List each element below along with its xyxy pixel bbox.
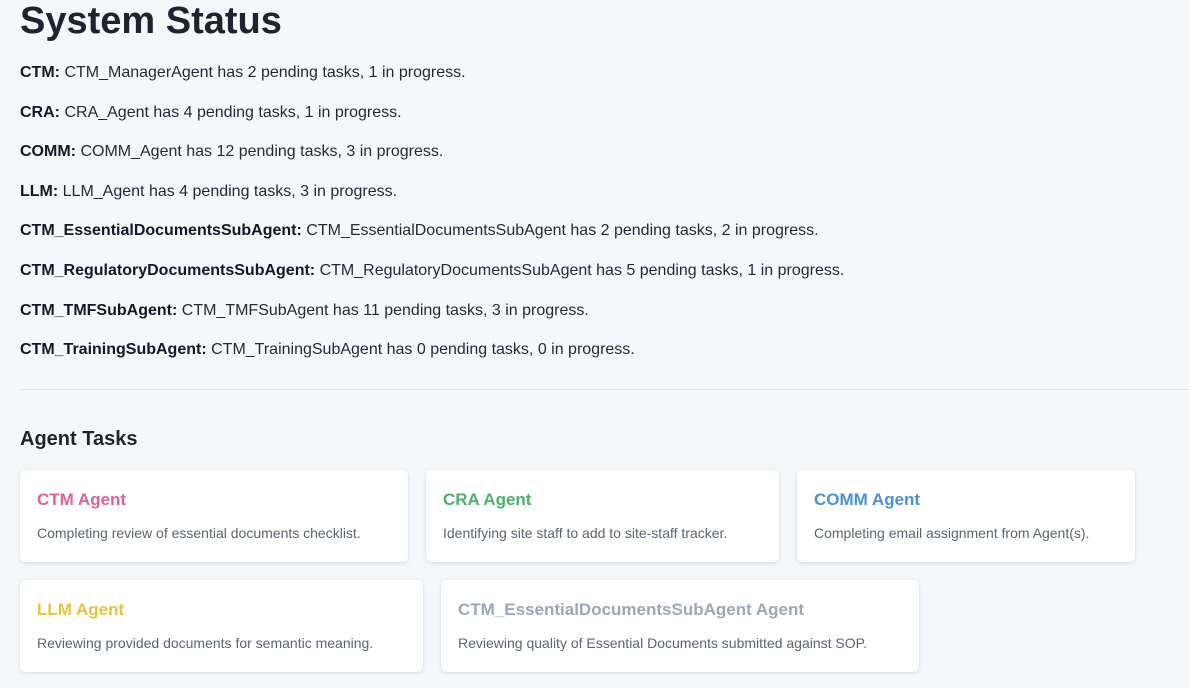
- status-line-regulatory-docs: CTM_RegulatoryDocumentsSubAgent: CTM_Reg…: [20, 260, 844, 300]
- card-description: Reviewing provided documents for semanti…: [37, 635, 374, 651]
- card-title: LLM Agent: [37, 600, 125, 619]
- agent-status-list: CTM: CTM_ManagerAgent has 2 pending task…: [20, 62, 844, 379]
- status-text: CTM_EssentialDocumentsSubAgent has 2 pen…: [306, 222, 819, 240]
- status-line-llm: LLM: LLM_Agent has 4 pending tasks, 3 in…: [20, 181, 844, 221]
- card-description: Reviewing quality of Essential Documents…: [458, 635, 868, 651]
- status-key: CTM_TrainingSubAgent:: [20, 341, 207, 359]
- status-line-cra: CRA: CRA_Agent has 4 pending tasks, 1 in…: [20, 102, 844, 142]
- status-text: CRA_Agent has 4 pending tasks, 1 in prog…: [64, 103, 402, 121]
- status-key: CRA:: [20, 103, 60, 121]
- status-text: CTM_TMFSubAgent has 11 pending tasks, 3 …: [181, 301, 589, 319]
- agent-task-card-llm[interactable]: LLM Agent Reviewing provided documents f…: [20, 580, 423, 672]
- status-line-tmf: CTM_TMFSubAgent: CTM_TMFSubAgent has 11 …: [20, 300, 844, 340]
- status-line-training: CTM_TrainingSubAgent: CTM_TrainingSubAge…: [20, 339, 844, 379]
- status-line-ctm: CTM: CTM_ManagerAgent has 2 pending task…: [20, 62, 844, 102]
- agent-tasks-heading: Agent Tasks: [20, 428, 138, 450]
- card-description: Completing email assignment from Agent(s…: [814, 525, 1090, 541]
- page-title: System Status: [20, 0, 282, 42]
- status-line-comm: COMM: COMM_Agent has 12 pending tasks, 3…: [20, 141, 844, 181]
- agent-task-card-comm[interactable]: COMM Agent Completing email assignment f…: [797, 470, 1135, 562]
- status-text: LLM_Agent has 4 pending tasks, 3 in prog…: [62, 182, 398, 200]
- status-key: CTM_TMFSubAgent:: [20, 301, 178, 319]
- agent-task-card-ctm[interactable]: CTM Agent Completing review of essential…: [20, 470, 408, 562]
- system-status-page: System Status CTM: CTM_ManagerAgent has …: [0, 0, 1189, 688]
- section-divider: [20, 389, 1189, 390]
- card-title: CTM_EssentialDocumentsSubAgent Agent: [458, 600, 805, 619]
- status-key: CTM:: [20, 64, 60, 81]
- agent-task-card-cra[interactable]: CRA Agent Identifying site staff to add …: [426, 470, 779, 562]
- status-text: CTM_RegulatoryDocumentsSubAgent has 5 pe…: [319, 261, 845, 279]
- agent-task-card-essential-docs[interactable]: CTM_EssentialDocumentsSubAgent Agent Rev…: [441, 580, 919, 672]
- card-description: Identifying site staff to add to site-st…: [443, 525, 728, 541]
- card-title: CTM Agent: [37, 490, 127, 509]
- status-line-essential-docs: CTM_EssentialDocumentsSubAgent: CTM_Esse…: [20, 220, 844, 260]
- status-key: LLM:: [20, 182, 59, 200]
- card-description: Completing review of essential documents…: [37, 525, 361, 541]
- status-key: CTM_EssentialDocumentsSubAgent:: [20, 222, 302, 240]
- status-key: CTM_RegulatoryDocumentsSubAgent:: [20, 261, 316, 279]
- card-title: CRA Agent: [443, 490, 532, 509]
- status-text: COMM_Agent has 12 pending tasks, 3 in pr…: [80, 143, 444, 161]
- status-text: CTM_TrainingSubAgent has 0 pending tasks…: [211, 341, 635, 359]
- status-key: COMM:: [20, 143, 76, 161]
- card-title: COMM Agent: [814, 490, 921, 509]
- status-text: CTM_ManagerAgent has 2 pending tasks, 1 …: [64, 64, 466, 81]
